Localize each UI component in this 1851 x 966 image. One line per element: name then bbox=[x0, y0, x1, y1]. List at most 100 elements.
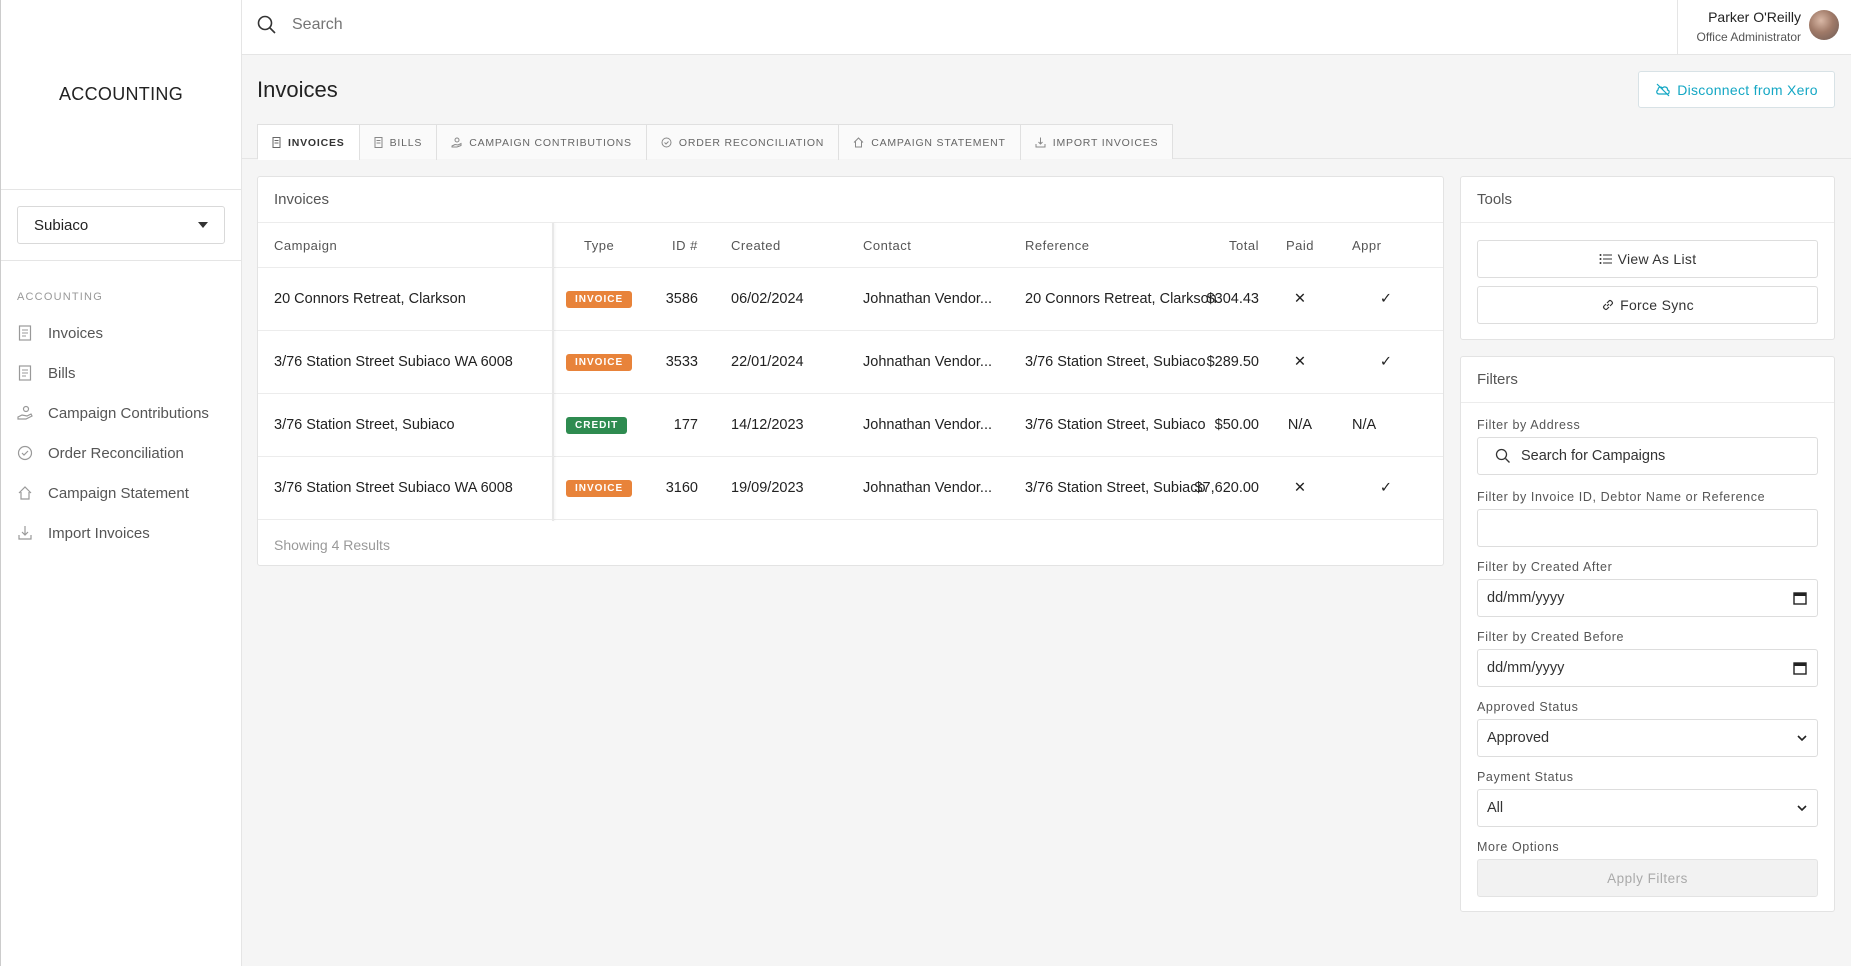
apply-filters-button[interactable]: Apply Filters bbox=[1477, 859, 1818, 897]
tab-label: CAMPAIGN CONTRIBUTIONS bbox=[469, 136, 632, 149]
cell-type: CREDIT bbox=[566, 394, 628, 456]
home-icon bbox=[853, 137, 864, 148]
column-header-contact[interactable]: Contact bbox=[863, 223, 911, 267]
view-as-list-label: View As List bbox=[1617, 251, 1697, 267]
search-icon bbox=[256, 14, 278, 36]
invoices-card-title: Invoices bbox=[258, 177, 1443, 223]
check-circle-icon bbox=[17, 445, 33, 461]
table-header: Campaign Type ID # Created Contact Refer… bbox=[258, 223, 1443, 268]
sidebar-item-bills[interactable]: Bills bbox=[1, 353, 241, 393]
cell-created: 14/12/2023 bbox=[731, 417, 804, 433]
table-row[interactable]: 20 Connors Retreat, Clarkson INVOICE 358… bbox=[258, 268, 1443, 331]
filter-created-before-value: dd/mm/yyyy bbox=[1487, 660, 1565, 676]
cell-contact: Johnathan Vendor... bbox=[863, 480, 992, 496]
receipt-icon bbox=[17, 365, 33, 381]
page-title: Invoices bbox=[257, 77, 338, 102]
receipt-icon bbox=[272, 137, 281, 148]
tab-campaign-contributions[interactable]: CAMPAIGN CONTRIBUTIONS bbox=[437, 125, 647, 160]
cell-total: $50.00 bbox=[1214, 417, 1259, 433]
tab-import-invoices[interactable]: IMPORT INVOICES bbox=[1021, 125, 1173, 160]
user-menu[interactable]: Parker O'Reilly Office Administrator bbox=[1677, 0, 1851, 55]
tab-order-reconciliation[interactable]: ORDER RECONCILIATION bbox=[647, 125, 840, 160]
avatar[interactable] bbox=[1809, 10, 1839, 40]
filters-card-title: Filters bbox=[1461, 357, 1834, 403]
column-header-created[interactable]: Created bbox=[731, 223, 781, 267]
search-input[interactable] bbox=[292, 16, 692, 34]
cell-total: $7,620.00 bbox=[1194, 480, 1259, 496]
cell-campaign[interactable]: 20 Connors Retreat, Clarkson bbox=[274, 268, 466, 330]
disconnect-xero-button[interactable]: Disconnect from Xero bbox=[1638, 71, 1835, 108]
tab-label: CAMPAIGN STATEMENT bbox=[871, 136, 1006, 149]
user-role: Office Administrator bbox=[1696, 30, 1801, 44]
filter-address-input[interactable]: Search for Campaigns bbox=[1477, 437, 1818, 475]
cell-created: 19/09/2023 bbox=[731, 480, 804, 496]
cell-paid: ✕ bbox=[1293, 291, 1307, 307]
sidebar-item-label: Order Reconciliation bbox=[48, 444, 184, 462]
sidebar-item-campaign-contributions[interactable]: Campaign Contributions bbox=[1, 393, 241, 433]
payment-status-select[interactable]: All bbox=[1477, 789, 1818, 827]
table-row[interactable]: 3/76 Station Street Subiaco WA 6008 INVO… bbox=[258, 331, 1443, 394]
filter-created-before-label: Filter by Created Before bbox=[1477, 630, 1625, 644]
check-circle-icon bbox=[661, 137, 672, 148]
table-row[interactable]: 3/76 Station Street, Subiaco CREDIT 177 … bbox=[258, 394, 1443, 457]
approved-status-select[interactable]: Approved bbox=[1477, 719, 1818, 757]
column-header-reference[interactable]: Reference bbox=[1025, 223, 1089, 267]
calendar-icon[interactable] bbox=[1793, 661, 1807, 675]
cell-campaign[interactable]: 3/76 Station Street Subiaco WA 6008 bbox=[274, 457, 513, 519]
chevron-down-icon bbox=[1797, 804, 1807, 812]
sidebar-nav: Invoices Bills Campaign Contributions Or… bbox=[1, 313, 241, 553]
cell-type: INVOICE bbox=[566, 457, 633, 519]
cell-id: 3160 bbox=[665, 480, 698, 496]
more-options-toggle[interactable]: More Options bbox=[1477, 840, 1559, 854]
tab-invoices[interactable]: INVOICES bbox=[258, 125, 360, 160]
calendar-icon[interactable] bbox=[1793, 591, 1807, 605]
cell-total: $289.50 bbox=[1206, 354, 1259, 370]
column-header-paid[interactable]: Paid bbox=[1275, 223, 1325, 267]
user-name: Parker O'Reilly bbox=[1708, 9, 1801, 25]
filter-created-after-value: dd/mm/yyyy bbox=[1487, 590, 1565, 606]
column-header-id[interactable]: ID # bbox=[672, 223, 698, 267]
filter-created-before-input[interactable]: dd/mm/yyyy bbox=[1477, 649, 1818, 687]
app-brand: ACCOUNTING bbox=[1, 0, 241, 190]
table-row[interactable]: 3/76 Station Street Subiaco WA 6008 INVO… bbox=[258, 457, 1443, 520]
cell-contact: Johnathan Vendor... bbox=[863, 417, 992, 433]
results-count: Showing 4 Results bbox=[274, 537, 390, 553]
column-header-total[interactable]: Total bbox=[1187, 223, 1259, 267]
column-header-campaign[interactable]: Campaign bbox=[274, 223, 337, 267]
cell-approved: ✓ bbox=[1379, 480, 1392, 496]
payment-status-value: All bbox=[1487, 800, 1504, 816]
disconnect-xero-label: Disconnect from Xero bbox=[1677, 81, 1818, 98]
cell-campaign[interactable]: 3/76 Station Street, Subiaco bbox=[274, 394, 455, 456]
filter-created-after-input[interactable]: dd/mm/yyyy bbox=[1477, 579, 1818, 617]
site-select[interactable]: Subiaco bbox=[17, 206, 225, 244]
import-icon bbox=[17, 525, 33, 541]
tools-card-title: Tools bbox=[1461, 177, 1834, 223]
column-header-type[interactable]: Type bbox=[584, 223, 614, 267]
home-icon bbox=[17, 485, 33, 501]
cell-total: $304.43 bbox=[1206, 291, 1259, 307]
tabs: INVOICES BILLS CAMPAIGN CONTRIBUTIONS OR… bbox=[257, 124, 1174, 160]
cell-id: 3533 bbox=[665, 354, 698, 370]
type-badge: CREDIT bbox=[566, 416, 628, 434]
force-sync-button[interactable]: Force Sync bbox=[1477, 286, 1818, 324]
cell-paid: ✕ bbox=[1293, 354, 1307, 370]
filters-card: Filters Filter by Address Search for Cam… bbox=[1460, 356, 1835, 912]
cell-created: 22/01/2024 bbox=[731, 354, 804, 370]
tab-bills[interactable]: BILLS bbox=[360, 125, 438, 160]
unlink-cloud-icon bbox=[1655, 83, 1671, 97]
cell-campaign[interactable]: 3/76 Station Street Subiaco WA 6008 bbox=[274, 331, 513, 393]
cell-contact: Johnathan Vendor... bbox=[863, 354, 992, 370]
column-header-approved[interactable]: Appr bbox=[1352, 223, 1392, 267]
import-icon bbox=[1035, 137, 1046, 148]
tab-campaign-statement[interactable]: CAMPAIGN STATEMENT bbox=[839, 125, 1021, 160]
filter-invoice-input[interactable] bbox=[1477, 509, 1818, 547]
cell-type: INVOICE bbox=[566, 268, 633, 330]
sidebar-item-campaign-statement[interactable]: Campaign Statement bbox=[1, 473, 241, 513]
sidebar-item-label: Campaign Contributions bbox=[48, 404, 209, 422]
sidebar-item-label: Campaign Statement bbox=[48, 484, 189, 502]
view-as-list-button[interactable]: View As List bbox=[1477, 240, 1818, 278]
sidebar-item-import-invoices[interactable]: Import Invoices bbox=[1, 513, 241, 553]
sidebar-item-invoices[interactable]: Invoices bbox=[1, 313, 241, 353]
approved-status-label: Approved Status bbox=[1477, 700, 1579, 714]
sidebar-item-order-reconciliation[interactable]: Order Reconciliation bbox=[1, 433, 241, 473]
